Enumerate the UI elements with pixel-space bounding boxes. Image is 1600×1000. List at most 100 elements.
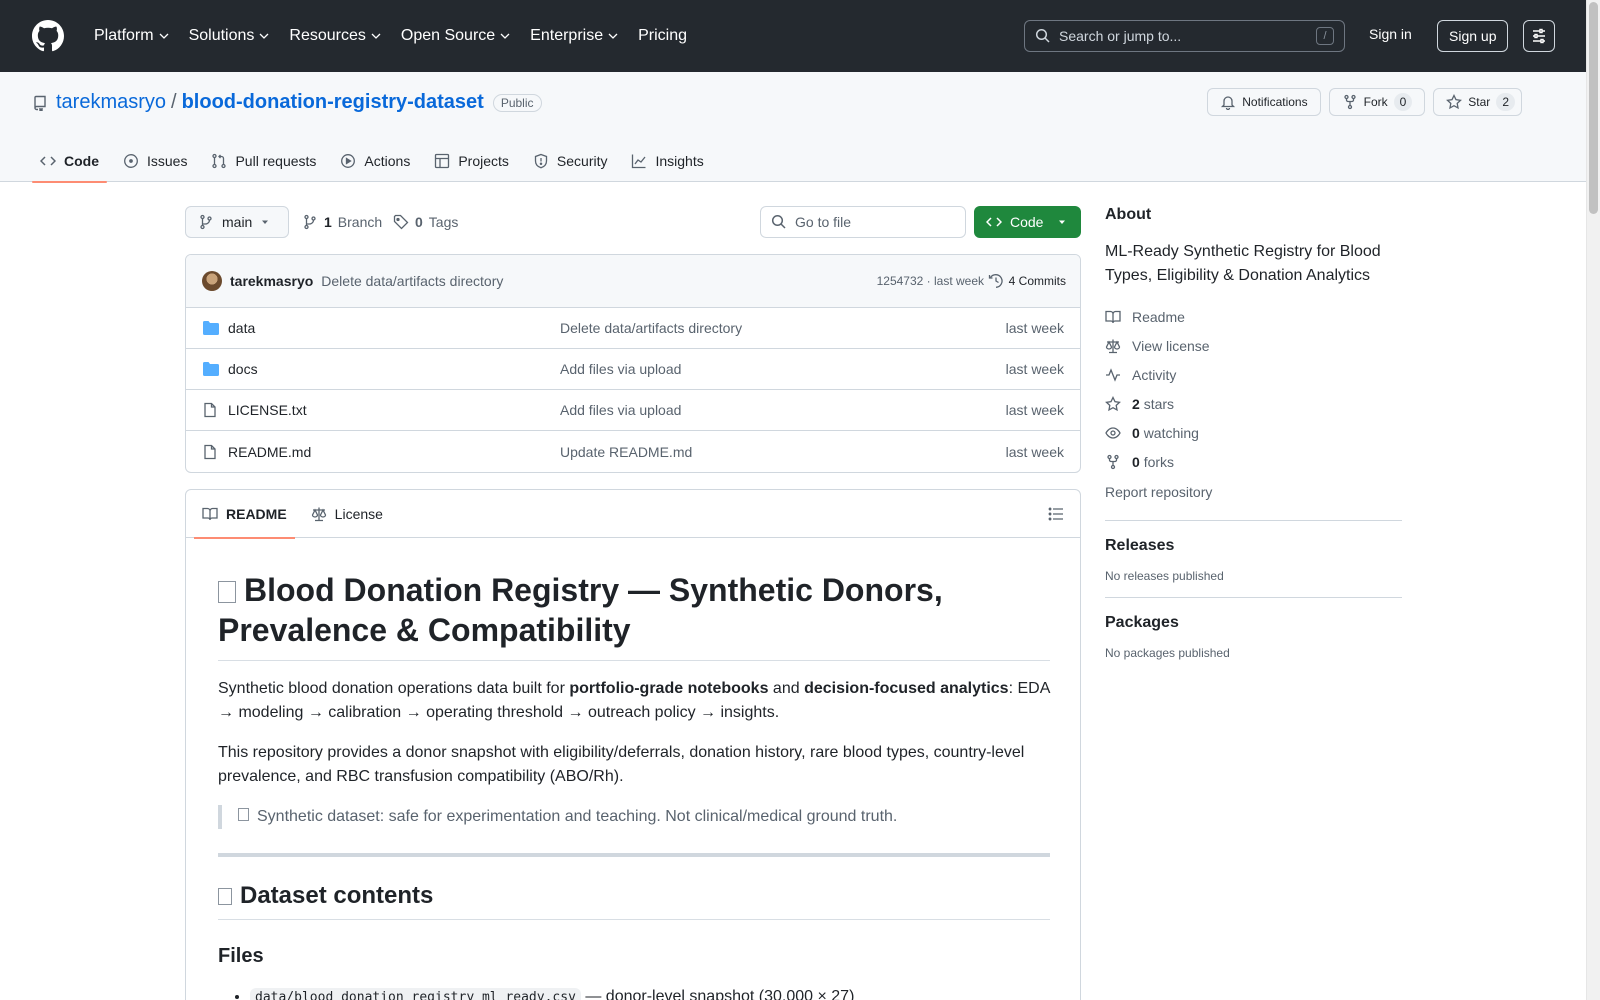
tags-link[interactable]: 0 Tags: [393, 214, 458, 230]
history-icon: [988, 274, 1003, 288]
repo-actions: Notifications Fork 0 Star 2: [1207, 88, 1522, 116]
tab-label: Pull requests: [235, 153, 317, 169]
list-item: data/blood_donation_registry_ml_ready.cs…: [250, 985, 1050, 1000]
tab-readme[interactable]: README: [194, 490, 295, 539]
file-commit-message[interactable]: Add files via upload: [560, 361, 681, 377]
watchers-link[interactable]: 0 watching: [1105, 418, 1402, 447]
tab-issues[interactable]: Issues: [115, 140, 195, 182]
tab-label: Issues: [147, 153, 188, 169]
file-name-link[interactable]: LICENSE.txt: [228, 402, 307, 418]
nav-resources[interactable]: Resources: [281, 27, 389, 45]
fork-icon: [1343, 94, 1356, 110]
global-search-input[interactable]: Search or jump to... /: [1024, 20, 1345, 52]
file-commit-message[interactable]: Update README.md: [560, 444, 692, 460]
readme-content: Blood Donation Registry — Synthetic Dono…: [218, 570, 1050, 1000]
readme-text: Synthetic blood donation operations data…: [218, 680, 570, 697]
star-label: Star: [1468, 95, 1491, 109]
sign-in-link[interactable]: Sign in: [1369, 26, 1412, 42]
file-row[interactable]: docs Add files via upload last week: [186, 349, 1080, 390]
nav-pricing[interactable]: Pricing: [630, 27, 695, 45]
chevron-down-icon: [500, 33, 510, 39]
tab-security[interactable]: Security: [525, 140, 616, 182]
branches-link[interactable]: 1 Branch: [302, 214, 382, 230]
commits-history-link[interactable]: 4 Commits: [988, 273, 1066, 289]
pull-request-icon: [212, 153, 227, 169]
code-icon: [40, 156, 56, 166]
repo-title: tarekmasryo / blood-donation-registry-da…: [32, 91, 542, 114]
fork-button[interactable]: Fork 0: [1328, 88, 1426, 116]
section-heading-text: Dataset contents: [240, 882, 434, 909]
file-commit-date: last week: [1005, 320, 1064, 336]
divider: [1105, 520, 1402, 521]
sign-up-button[interactable]: Sign up: [1437, 20, 1509, 52]
commit-author-link[interactable]: tarekmasryo: [230, 273, 313, 289]
file-list: data/blood_donation_registry_ml_ready.cs…: [218, 985, 1050, 1000]
readme-link-label: Readme: [1132, 308, 1185, 325]
file-row[interactable]: LICENSE.txt Add files via upload last we…: [186, 390, 1080, 431]
table-icon: [435, 153, 450, 169]
outline-menu-button[interactable]: [1048, 506, 1064, 522]
sliders-menu-button[interactable]: [1523, 20, 1555, 52]
readme-paragraph: This repository provides a donor snapsho…: [218, 744, 1025, 785]
no-packages-text: No packages published: [1105, 646, 1230, 660]
activity-link-label: Activity: [1132, 366, 1177, 383]
code-download-button[interactable]: Code: [974, 206, 1081, 238]
file-commit-message[interactable]: Add files via upload: [560, 402, 681, 418]
branch-count-label: Branch: [337, 214, 383, 230]
repo-name-link[interactable]: blood-donation-registry-dataset: [182, 91, 484, 114]
chevron-down-icon: [608, 33, 618, 39]
tab-label: README: [226, 505, 287, 522]
keyboard-shortcut-hint: /: [1316, 27, 1334, 45]
file-row[interactable]: data Delete data/artifacts directory las…: [186, 308, 1080, 349]
nav-enterprise[interactable]: Enterprise: [522, 27, 627, 45]
go-to-file-input[interactable]: Go to file: [760, 206, 966, 238]
nav-open-source[interactable]: Open Source: [393, 27, 519, 45]
readme-title-text: Blood Donation Registry — Synthetic Dono…: [218, 572, 943, 648]
tab-code[interactable]: Code: [32, 140, 107, 183]
tab-projects[interactable]: Projects: [426, 140, 517, 182]
stars-link[interactable]: 2 stars: [1105, 389, 1402, 418]
no-releases-text: No releases published: [1105, 569, 1224, 583]
github-logo-icon[interactable]: [32, 20, 64, 52]
forks-link[interactable]: 0 forks: [1105, 447, 1402, 476]
file-name-link[interactable]: README.md: [228, 444, 311, 460]
git-branch-icon: [304, 214, 316, 230]
global-nav: Platform Solutions Resources Open Source…: [86, 27, 698, 45]
commit-message-link[interactable]: Delete data/artifacts directory: [321, 273, 503, 289]
tab-insights[interactable]: Insights: [623, 140, 711, 182]
code-icon: [986, 217, 1002, 227]
star-button[interactable]: Star 2: [1433, 88, 1522, 116]
scrollbar-thumb[interactable]: [1589, 2, 1598, 214]
page-scrollbar[interactable]: [1586, 0, 1600, 1000]
file-name-link[interactable]: data: [228, 320, 255, 336]
tab-license[interactable]: License: [303, 490, 391, 538]
go-to-file-placeholder: Go to file: [795, 214, 852, 230]
avatar[interactable]: [202, 271, 222, 291]
nav-solutions[interactable]: Solutions: [181, 27, 279, 45]
commit-hash-and-time[interactable]: 1254732 · last week: [877, 274, 984, 288]
file-name-link[interactable]: docs: [228, 361, 258, 377]
repo-owner-link[interactable]: tarekmasryo: [56, 91, 166, 114]
emoji-placeholder: [238, 808, 249, 821]
releases-heading[interactable]: Releases: [1105, 537, 1402, 555]
file-row[interactable]: README.md Update README.md last week: [186, 431, 1080, 472]
tab-actions[interactable]: Actions: [332, 140, 418, 182]
watchers-label: 0 watching: [1132, 425, 1199, 441]
law-icon: [1105, 339, 1121, 353]
star-icon: [1446, 94, 1463, 110]
tag-count-label: Tags: [428, 214, 459, 230]
readme-link[interactable]: Readme: [1105, 302, 1402, 331]
tab-label: Projects: [458, 153, 509, 169]
readme-paragraph: Synthetic blood donation operations data…: [218, 677, 1050, 725]
tab-label: Actions: [364, 153, 411, 169]
stars-label: 2 stars: [1132, 396, 1174, 412]
notifications-button[interactable]: Notifications: [1207, 88, 1321, 116]
file-commit-message[interactable]: Delete data/artifacts directory: [560, 320, 742, 336]
activity-link[interactable]: Activity: [1105, 360, 1402, 389]
nav-platform[interactable]: Platform: [86, 27, 178, 45]
license-link[interactable]: View license: [1105, 331, 1402, 360]
branch-selector-button[interactable]: main: [185, 206, 289, 238]
packages-heading[interactable]: Packages: [1105, 614, 1402, 632]
report-repository-link[interactable]: Report repository: [1105, 478, 1402, 506]
tab-pull-requests[interactable]: Pull requests: [203, 140, 324, 182]
